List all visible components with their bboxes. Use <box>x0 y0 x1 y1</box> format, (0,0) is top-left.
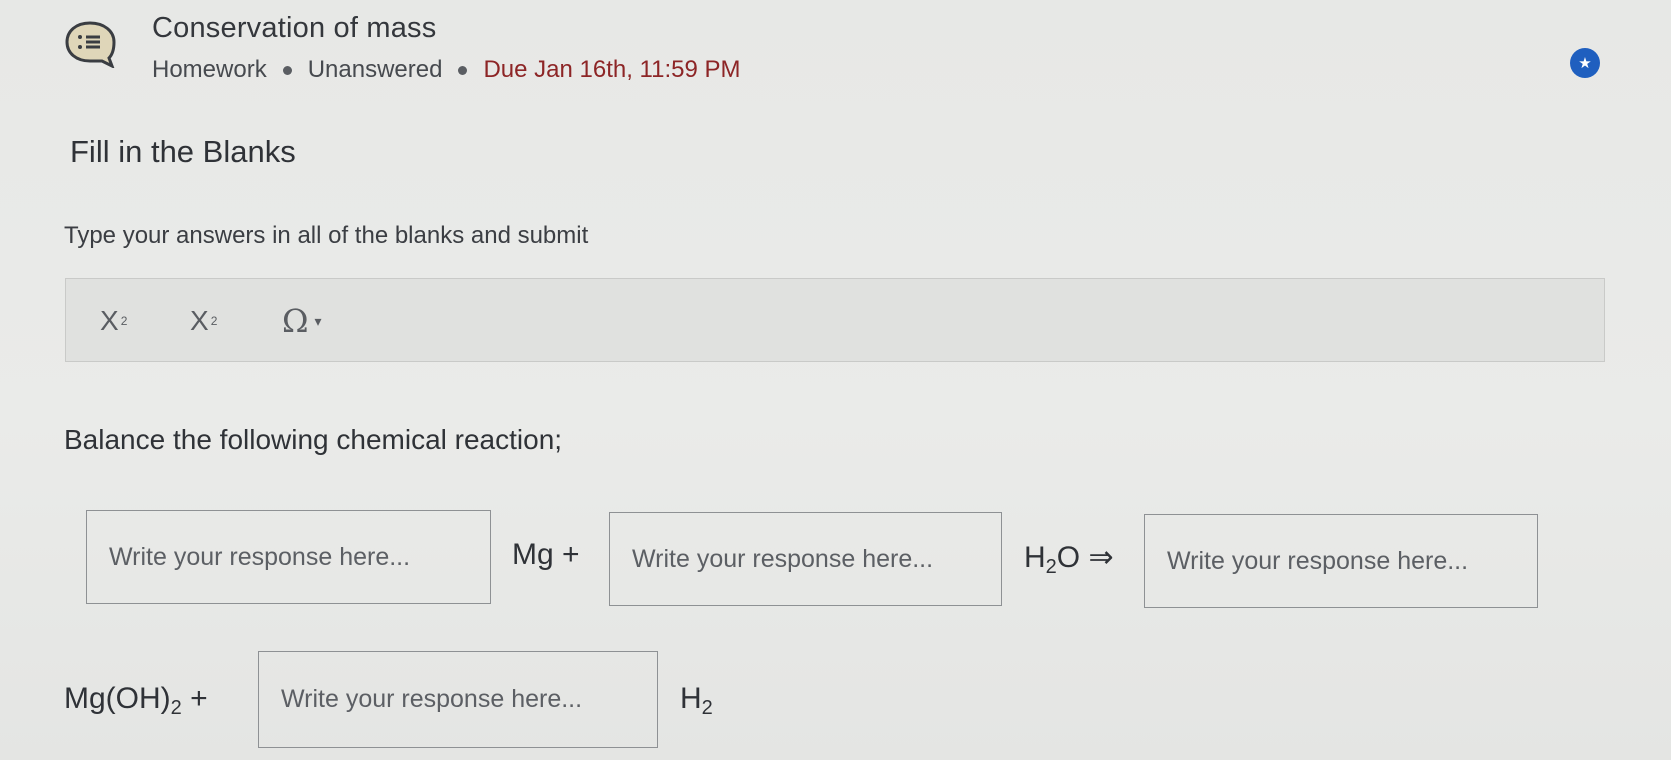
special-characters-dropdown[interactable]: Ω ▾ <box>282 299 322 343</box>
star-icon[interactable]: ★ <box>1570 48 1600 78</box>
chevron-down-icon: ▾ <box>314 312 322 329</box>
superscript-button[interactable]: X2 <box>190 299 217 343</box>
reactant-h2o: H2O ⇒ <box>1024 541 1114 578</box>
formatting-toolbar: X2 X2 Ω ▾ <box>65 278 1605 362</box>
response-blank-4[interactable] <box>258 651 658 748</box>
due-date: Due Jan 16th, 11:59 PM <box>483 56 741 83</box>
product-mgoh2: Mg(OH)2 + <box>64 682 208 719</box>
response-blank-1[interactable] <box>86 510 491 604</box>
separator-dot <box>282 65 292 75</box>
instructions: Type your answers in all of the blanks a… <box>64 222 589 249</box>
assignment-status: Unanswered <box>307 56 443 83</box>
question-list-icon <box>65 21 116 68</box>
assignment-type: Homework <box>152 56 267 83</box>
assignment-meta: Homework Unanswered Due Jan 16th, 11:59 … <box>152 56 741 84</box>
subscript-icon: X <box>100 305 119 336</box>
superscript-icon: X <box>190 305 209 336</box>
assignment-title: Conservation of mass <box>152 12 437 44</box>
reactant-mg: Mg + <box>512 538 580 571</box>
section-title: Fill in the Blanks <box>70 134 296 169</box>
subscript-button[interactable]: X2 <box>100 299 127 343</box>
separator-dot <box>458 65 468 75</box>
question-prompt: Balance the following chemical reaction; <box>64 424 563 455</box>
response-blank-2[interactable] <box>609 512 1002 606</box>
response-blank-3[interactable] <box>1144 514 1538 608</box>
omega-icon: Ω <box>282 302 309 340</box>
product-h2: H2 <box>680 682 713 719</box>
